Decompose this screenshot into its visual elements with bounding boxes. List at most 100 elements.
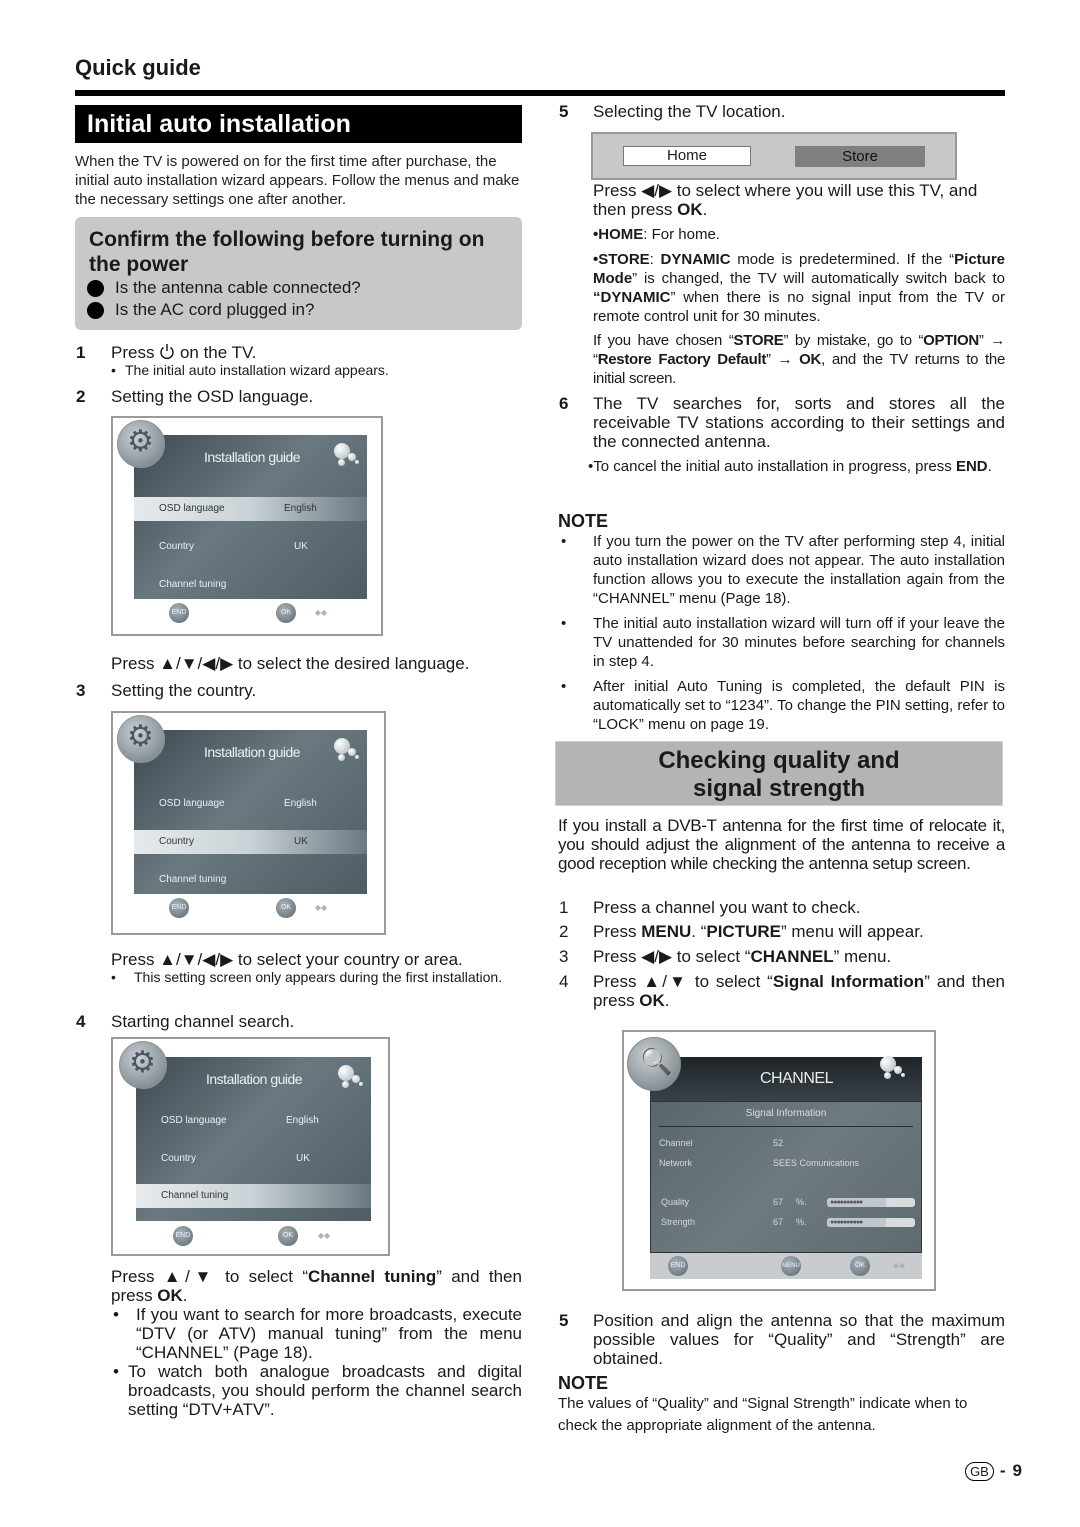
checking-step-1: Press a channel you want to check.: [593, 898, 861, 917]
store-mistake-note: If you have chosen “STORE” by mistake, g…: [593, 331, 1005, 388]
osd-row-label: OSD language: [159, 503, 225, 514]
text-bold: •STORE: [593, 251, 650, 268]
osd-screen: Installation guide OSD language English C…: [134, 435, 367, 599]
page-title: Initial auto installation: [75, 105, 522, 143]
osd-row-osd-language: OSD language English: [136, 1109, 371, 1133]
text-part: : For home.: [643, 226, 720, 243]
quality-label: Quality: [661, 1197, 690, 1207]
note-item: • The initial auto installation wizard wi…: [558, 614, 1005, 671]
step-3-note: • This setting screen only appears during…: [111, 968, 522, 987]
page-number: GB - 9: [965, 1461, 1022, 1481]
text-bold: Channel tuning: [307, 1267, 437, 1286]
text-bold: OK: [639, 991, 665, 1010]
dpad-icon: ◆◆: [314, 608, 328, 617]
bullet-icon: •: [111, 362, 116, 378]
osd-row-channel-tuning: Channel tuning: [134, 573, 367, 597]
note-heading: NOTE: [558, 1373, 609, 1393]
note-heading: NOTE: [558, 511, 609, 531]
title-line: signal strength: [692, 775, 866, 802]
page-separator: -: [999, 1461, 1006, 1480]
quality-bar: ●●●●●●●●●●: [827, 1198, 915, 1207]
dpad-icon: ◆◆: [314, 903, 328, 912]
osd-screenshot-country: Installation guide OSD language English C…: [111, 711, 386, 935]
channel-signal-screenshot: CHANNEL Signal Information Channel 52 Ne…: [622, 1030, 936, 1291]
text-bold: •HOME: [593, 226, 644, 243]
network-label: Network: [659, 1158, 693, 1168]
text-part: Press ◀/▶ to select “: [593, 947, 751, 966]
osd-row-value: English: [286, 1115, 319, 1126]
dpad-icon: ◆◆: [317, 1231, 331, 1240]
confirm-title: Confirm the following before turning on …: [89, 228, 485, 276]
text-part: .: [987, 458, 992, 475]
osd-row-value: English: [284, 798, 317, 809]
osd-row-label: Country: [159, 541, 195, 552]
bar-glyphs: ●●●●●●●●●●: [830, 1219, 863, 1226]
bubbles-icon: [330, 443, 362, 471]
bubbles-icon: [876, 1056, 908, 1084]
bullet-icon: •: [111, 969, 116, 985]
step-number: 5: [559, 102, 569, 121]
note-text: The initial auto installation wizard wil…: [593, 615, 1005, 670]
text-part: ” →: [766, 351, 800, 368]
note-text: If you turn the power on the TV after pe…: [593, 533, 1005, 607]
step-number: 2: [559, 922, 569, 941]
region-badge: GB: [965, 1461, 994, 1481]
osd-row-label: Channel tuning: [159, 874, 227, 885]
text-bold: OK: [799, 351, 822, 368]
text-bold: MENU: [641, 922, 692, 941]
osd-row-channel-tuning: Channel tuning: [134, 868, 367, 892]
strength-label: Strength: [661, 1217, 696, 1227]
text-part: ” menu.: [833, 947, 892, 966]
step-number: 5: [559, 1311, 569, 1330]
note-list: • If you turn the power on the TV after p…: [558, 532, 1005, 734]
osd-row-label: Channel tuning: [159, 579, 227, 590]
home-description: •HOME: For home.: [593, 225, 1005, 244]
osd-row-value: UK: [296, 1153, 310, 1164]
osd-screen: Installation guide OSD language English C…: [136, 1057, 371, 1221]
step-number: 3: [76, 681, 86, 700]
intro-paragraph: When the TV is powered on for the first …: [75, 153, 520, 208]
text-bold: STORE: [733, 332, 784, 349]
osd-row-label: Country: [161, 1153, 197, 1164]
location-option-home[interactable]: Home: [623, 146, 751, 166]
step-number: 6: [559, 394, 569, 413]
ok-button-icon: OK: [276, 898, 296, 918]
osd-row-value: UK: [294, 541, 308, 552]
text-bold: Signal Information: [772, 972, 925, 991]
bullet-icon: •: [561, 678, 567, 695]
strength-value: 67: [773, 1217, 784, 1227]
bullet-icon: [87, 301, 104, 319]
page-num-value: 9: [1012, 1461, 1022, 1480]
osd-row-osd-language: OSD language English: [134, 792, 367, 816]
checking-intro: If you install a DVB-T antenna for the f…: [558, 816, 1005, 873]
section-title-checking: Checking quality and signal strength: [555, 741, 1003, 806]
channel-label: Channel: [659, 1138, 693, 1148]
text-part: mode is predetermined. If the “: [730, 251, 955, 268]
gear-icon: [119, 1041, 167, 1089]
cancel-note: •To cancel the initial auto installation…: [588, 457, 1005, 476]
text-bold: Restore Factory Default: [597, 351, 767, 368]
osd-row-channel-tuning: Channel tuning: [136, 1184, 371, 1208]
step-number: 1: [76, 343, 86, 362]
step-2-text: Setting the OSD language.: [111, 387, 314, 406]
location-option-store[interactable]: Store: [795, 146, 925, 167]
text-part: .: [182, 1286, 188, 1305]
step-number: 4: [76, 1012, 86, 1031]
text-bold: END: [955, 458, 988, 475]
end-button-icon: END: [668, 1256, 688, 1276]
osd-title: Installation guide: [206, 1071, 303, 1087]
text-part: If you have chosen “: [593, 332, 734, 349]
step-2-instruction: Press ▲/▼/◀/▶ to select the desired lang…: [111, 654, 470, 673]
text-bold: OPTION: [923, 332, 979, 349]
step-3-instruction: Press ▲/▼/◀/▶ to select your country or …: [111, 950, 463, 969]
divider: [659, 1126, 913, 1127]
menu-button-icon: MENU: [781, 1256, 801, 1276]
step-4-text: Starting channel search.: [111, 1012, 295, 1031]
note-item: • After initial Auto Tuning is completed,…: [558, 677, 1005, 734]
dpad-icon: ◆◆: [892, 1261, 906, 1270]
header-rule: [75, 90, 1005, 96]
text-bold: OK: [157, 1286, 183, 1305]
ok-button-icon: OK: [276, 603, 296, 623]
checking-note-text: The values of “Quality” and “Signal Stre…: [558, 1395, 968, 1434]
quality-unit: %.: [796, 1197, 807, 1207]
